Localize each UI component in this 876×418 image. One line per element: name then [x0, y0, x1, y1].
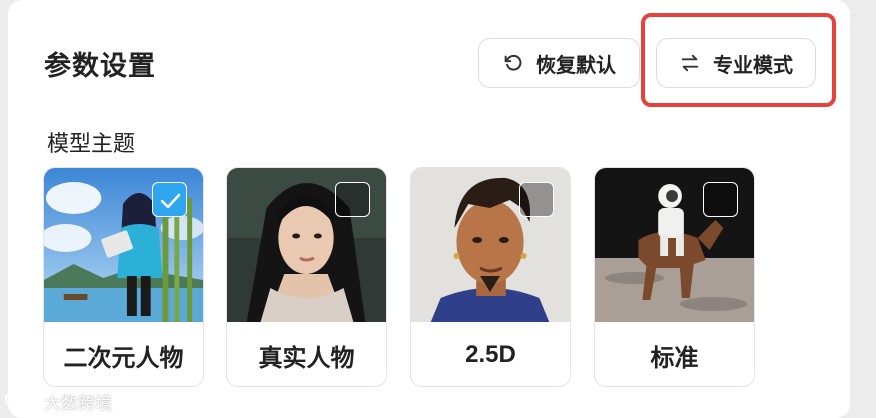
- watermark-logo-icon: [4, 388, 38, 415]
- restore-default-button[interactable]: 恢复默认: [478, 38, 640, 88]
- theme-card-label: 标准: [650, 344, 699, 372]
- watermark: 大数跨境: [4, 388, 112, 415]
- unselected-checkbox[interactable]: [703, 182, 738, 217]
- pro-mode-label: 专业模式: [713, 54, 793, 77]
- theme-card-label: 2.5D: [465, 341, 516, 368]
- unselected-checkbox[interactable]: [519, 182, 554, 217]
- theme-card-realistic[interactable]: 真实人物: [226, 167, 387, 387]
- selected-checkbox[interactable]: [152, 182, 187, 217]
- unselected-checkbox[interactable]: [335, 182, 370, 217]
- restore-default-label: 恢复默认: [536, 54, 616, 77]
- theme-card-label: 真实人物: [258, 344, 355, 372]
- theme-card-standard[interactable]: 标准: [594, 167, 755, 387]
- theme-card-anime[interactable]: 二次元人物: [43, 167, 204, 387]
- reset-icon: [502, 52, 524, 74]
- watermark-text: 大数跨境: [44, 394, 112, 413]
- theme-card-label: 二次元人物: [63, 344, 184, 372]
- panel-title: 参数设置: [44, 51, 156, 81]
- swap-arrows-icon: [679, 52, 701, 74]
- theme-card-2-5d[interactable]: 2.5D: [410, 167, 571, 387]
- model-theme-label: 模型主题: [47, 131, 136, 156]
- pro-mode-button[interactable]: 专业模式: [656, 38, 816, 88]
